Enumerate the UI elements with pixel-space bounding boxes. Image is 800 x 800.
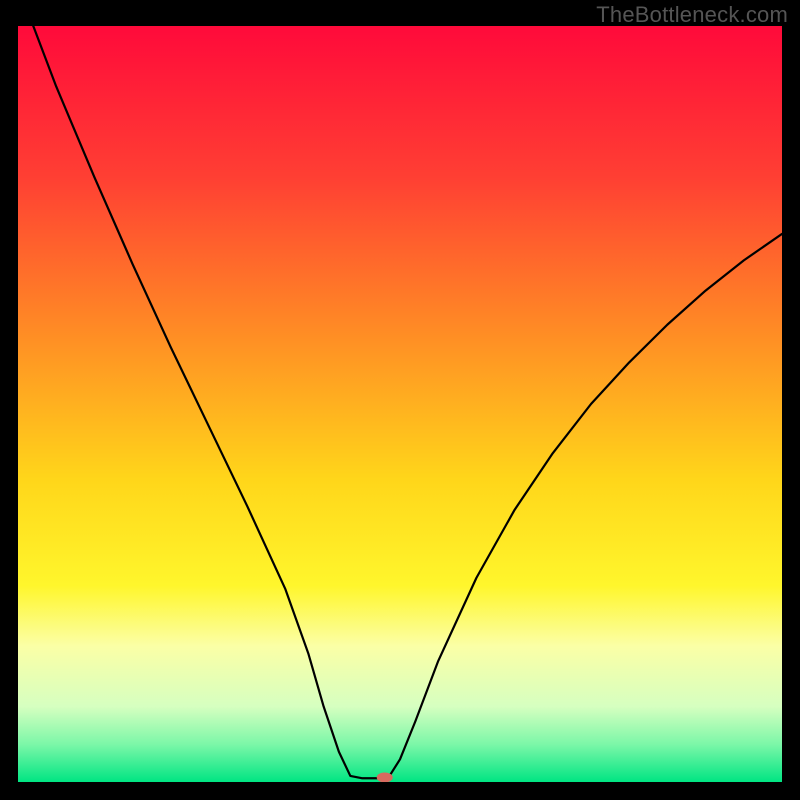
chart-container: TheBottleneck.com [0,0,800,800]
optimum-marker [377,772,393,782]
gradient-background [18,26,782,782]
bottleneck-chart [18,26,782,782]
plot-area [18,26,782,782]
watermark-text: TheBottleneck.com [596,2,788,28]
